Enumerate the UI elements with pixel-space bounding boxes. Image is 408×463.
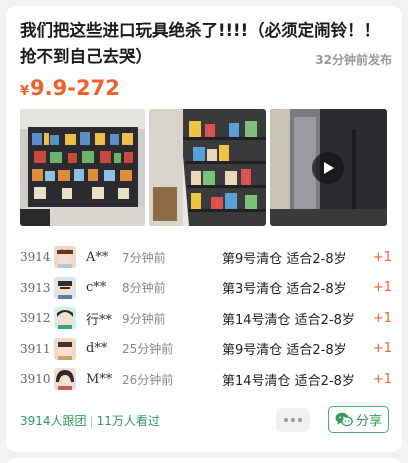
- currency-symbol: ¥: [20, 84, 30, 99]
- order-row[interactable]: 3910 M** 26分钟前 第14号清仓 适合2-8岁 +1: [20, 364, 392, 395]
- order-number: 3910: [20, 372, 51, 387]
- order-number: 3912: [20, 311, 51, 326]
- order-time: 9分钟前: [122, 311, 166, 326]
- views-count: 11万人看过: [96, 414, 160, 428]
- order-quantity: +1: [372, 341, 392, 357]
- order-time: 8分钟前: [122, 281, 166, 296]
- order-user: A**: [86, 249, 109, 265]
- order-row[interactable]: 3913 c** 8分钟前 第3号清仓 适合2-8岁 +1: [20, 273, 392, 304]
- store-shelves-image: [149, 109, 266, 226]
- media-video[interactable]: [270, 109, 387, 226]
- avatar: [54, 276, 76, 299]
- order-user: M**: [86, 371, 113, 387]
- play-triangle: [324, 162, 334, 174]
- more-button[interactable]: [276, 408, 310, 432]
- order-item: 第3号清仓 适合2-8岁: [222, 282, 347, 298]
- play-icon[interactable]: [312, 152, 344, 184]
- share-button[interactable]: 分享: [328, 406, 389, 433]
- order-quantity: +1: [372, 310, 392, 326]
- order-user: 行**: [86, 312, 113, 328]
- next-card-edge: [6, 458, 402, 463]
- order-quantity: +1: [372, 280, 392, 296]
- avatar: [54, 368, 76, 391]
- order-row[interactable]: 3912 行** 9分钟前 第14号清仓 适合2-8岁 +1: [20, 303, 392, 334]
- post-time: 32分钟前发布: [315, 53, 392, 67]
- order-time: 25分钟前: [122, 342, 174, 357]
- media-photo-2[interactable]: [149, 109, 266, 226]
- order-number: 3914: [20, 250, 51, 265]
- avatar: [54, 246, 76, 269]
- order-row[interactable]: 3914 A** 7分钟前 第9号清仓 适合2-8岁 +1: [20, 242, 392, 273]
- order-item: 第14号清仓 适合2-8岁: [222, 312, 355, 328]
- price-range: ¥ 9.9-272: [20, 76, 120, 100]
- wechat-icon: [335, 412, 353, 427]
- share-label: 分享: [355, 414, 382, 429]
- order-user: d**: [86, 341, 108, 357]
- price-value: 9.9-272: [30, 76, 120, 100]
- order-number: 3911: [20, 341, 51, 356]
- avatar: [54, 307, 76, 330]
- order-row[interactable]: 3911 d** 25分钟前 第9号清仓 适合2-8岁 +1: [20, 334, 392, 365]
- followers-count: 3914人跟团: [20, 414, 87, 428]
- avatar: [54, 337, 76, 360]
- order-time: 26分钟前: [122, 372, 174, 387]
- more-dots-icon: [284, 418, 302, 422]
- post-title[interactable]: 我们把这些进口玩具绝杀了!!!!（必须定闹铃！！抢不到自己去哭） 32分钟前发布: [20, 18, 392, 73]
- engagement-stats: 3914人跟团 | 11万人看过: [20, 412, 160, 429]
- order-number: 3913: [20, 280, 51, 295]
- stats-divider: |: [89, 414, 94, 428]
- order-list: 3914 A** 7分钟前 第9号清仓 适合2-8岁 +1 3913 c** 8…: [20, 242, 392, 395]
- order-quantity: +1: [372, 249, 392, 265]
- order-item: 第9号清仓 适合2-8岁: [222, 343, 347, 359]
- group-buy-card[interactable]: 我们把这些进口玩具绝杀了!!!!（必须定闹铃！！抢不到自己去哭） 32分钟前发布…: [6, 6, 402, 452]
- card-footer: 3914人跟团 | 11万人看过 分享: [20, 406, 392, 434]
- order-quantity: +1: [372, 371, 392, 387]
- order-time: 7分钟前: [122, 250, 166, 265]
- order-item: 第14号清仓 适合2-8岁: [222, 373, 355, 389]
- order-item: 第9号清仓 适合2-8岁: [222, 251, 347, 267]
- media-photo-1[interactable]: [20, 109, 145, 226]
- toy-shelf-image: [20, 109, 145, 226]
- order-user: c**: [86, 280, 107, 296]
